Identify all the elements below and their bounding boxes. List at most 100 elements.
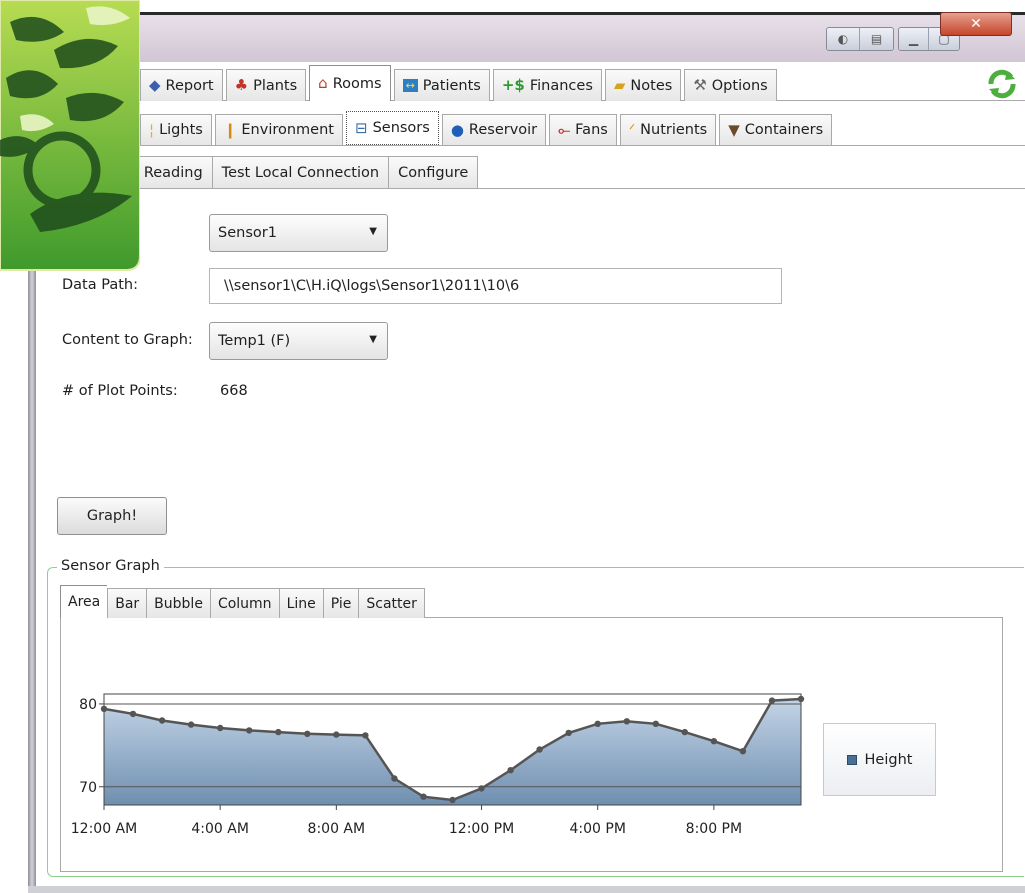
chevron-down-icon: ▼ [369, 226, 377, 237]
rooms-tab-strip: ¦ Lights ❙ Environment ⊟ Sensors ● Reser… [140, 111, 835, 145]
data-point [449, 796, 456, 804]
tab-pie[interactable]: Pie [322, 588, 359, 618]
x-tick-label: 12:00 AM [71, 821, 137, 837]
data-point [710, 738, 718, 745]
rooms-tabs-divider [120, 145, 1025, 146]
tab-label: Bar [115, 595, 140, 612]
tab-containers[interactable]: ▼ Containers [719, 114, 833, 145]
data-point [507, 767, 514, 774]
x-tick-label: 4:00 PM [569, 821, 625, 837]
data-point [797, 695, 805, 703]
x-tick-label: 8:00 PM [686, 821, 742, 837]
plant-icon: ♣ [234, 76, 249, 94]
sensor-icon: ⊟ [354, 118, 368, 137]
sensor-tabs-divider [120, 188, 1025, 189]
data-point [391, 775, 398, 782]
tab-test-local-connection[interactable]: Test Local Connection [211, 156, 389, 188]
window-title-bar: ◐ ▤ ▁ ▢ [120, 12, 1025, 62]
tab-label: Fans [575, 122, 608, 138]
data-point [129, 710, 137, 718]
chart-type-tab-strip: Area Bar Bubble Column Line Pie Scatter [60, 585, 425, 618]
x-tick-label: 4:00 AM [191, 821, 249, 837]
tab-report[interactable]: ◆ Report [140, 69, 223, 101]
window-bottom-border [28, 886, 1025, 893]
extra-caption-buttons: ◐ ▤ [826, 27, 894, 51]
tab-finances[interactable]: +$ Finances [492, 69, 602, 101]
data-point [536, 746, 543, 753]
data-point [652, 720, 659, 727]
tab-configure[interactable]: Configure [388, 156, 479, 188]
data-point [565, 729, 572, 737]
tab-environment[interactable]: ❙ Environment [214, 114, 343, 145]
tab-lights[interactable]: ¦ Lights [140, 114, 212, 145]
tab-line[interactable]: Line [278, 588, 323, 618]
tab-fans[interactable]: ⟜ Fans [549, 114, 617, 145]
data-point [275, 728, 282, 736]
x-tick-label: 8:00 AM [308, 821, 366, 837]
sensor-select-value: Sensor1 [218, 225, 277, 241]
tab-label: Column [217, 595, 272, 612]
tab-label: Report [165, 77, 214, 94]
tab-patients[interactable]: ↔ Patients [393, 69, 490, 101]
tab-label: Lights [159, 122, 203, 138]
light-icon: ¦ [149, 120, 155, 139]
patients-icon: ↔ [402, 79, 418, 92]
tab-label: Plants [253, 77, 298, 94]
chevron-down-icon: ▼ [369, 334, 377, 345]
data-point [594, 720, 601, 727]
data-point [333, 731, 340, 738]
data-point [739, 748, 747, 755]
data-point [420, 793, 427, 800]
refresh-icon[interactable] [985, 67, 1019, 101]
content-to-graph-select[interactable]: Temp1 (F) ▼ [209, 322, 388, 360]
plot-points-label: # of Plot Points: [62, 383, 178, 399]
tab-nutrients[interactable]: ᐟ Nutrients [619, 114, 717, 145]
tab-reservoir[interactable]: ● Reservoir [441, 114, 547, 145]
sensor-area-chart: 80 70 12:00 AM 4:00 AM 8:00 AM 12:00 PM 4:00 P… [71, 693, 805, 837]
legend-swatch [846, 754, 857, 765]
tab-area[interactable]: Area [60, 585, 108, 618]
nutrient-icon: ᐟ [628, 120, 636, 139]
data-point [362, 732, 369, 739]
tab-options[interactable]: ⚒ Options [684, 69, 777, 101]
area-fill [104, 699, 801, 805]
house-icon: ⌂ [318, 74, 328, 92]
plot-points-value: 668 [220, 383, 248, 399]
pot-icon: ▼ [728, 120, 740, 139]
help-icon[interactable]: ◐ [827, 28, 861, 50]
y-tick-label: 80 [79, 697, 97, 713]
tab-label: Area [68, 594, 101, 610]
tab-label: Rooms [332, 75, 382, 92]
data-point [623, 718, 630, 725]
sensor-tab-strip: d Reading Test Local Connection Configur… [120, 156, 479, 188]
wrench-icon: ⚒ [693, 76, 707, 94]
tab-column[interactable]: Column [209, 588, 279, 618]
chart-legend: Height [823, 723, 936, 796]
tab-sensors[interactable]: ⊟ Sensors [345, 111, 439, 145]
content-to-graph-label: Content to Graph: [62, 332, 193, 348]
legend-label: Height [864, 751, 913, 768]
sensor-select[interactable]: Sensor1 ▼ [209, 214, 388, 252]
data-path-input[interactable] [209, 268, 782, 304]
tab-label: Options [711, 77, 768, 94]
tab-bar[interactable]: Bar [107, 588, 147, 618]
tab-label: Scatter [366, 595, 417, 612]
tab-label: Pie [330, 595, 352, 612]
data-point [246, 727, 253, 734]
window-left-border [28, 260, 36, 893]
settings-icon[interactable]: ▤ [860, 28, 893, 50]
tab-label: Configure [398, 164, 469, 181]
tab-notes[interactable]: ▰ Notes [604, 69, 682, 101]
data-point [768, 697, 776, 704]
data-point [158, 717, 166, 724]
sensor-graph-title: Sensor Graph [57, 558, 164, 574]
minimize-icon[interactable]: ▁ [899, 28, 930, 50]
close-icon[interactable]: ✕ [940, 12, 1012, 36]
tab-bubble[interactable]: Bubble [146, 588, 210, 618]
tab-plants[interactable]: ♣ Plants [225, 69, 307, 101]
main-tab-strip: ◆ Report ♣ Plants ⌂ Rooms ↔ Patients +$ … [140, 64, 780, 101]
graph-button[interactable]: Graph! [57, 497, 167, 535]
tab-scatter[interactable]: Scatter [358, 588, 425, 618]
tab-label: Environment [241, 122, 334, 138]
tab-rooms[interactable]: ⌂ Rooms [309, 65, 391, 101]
